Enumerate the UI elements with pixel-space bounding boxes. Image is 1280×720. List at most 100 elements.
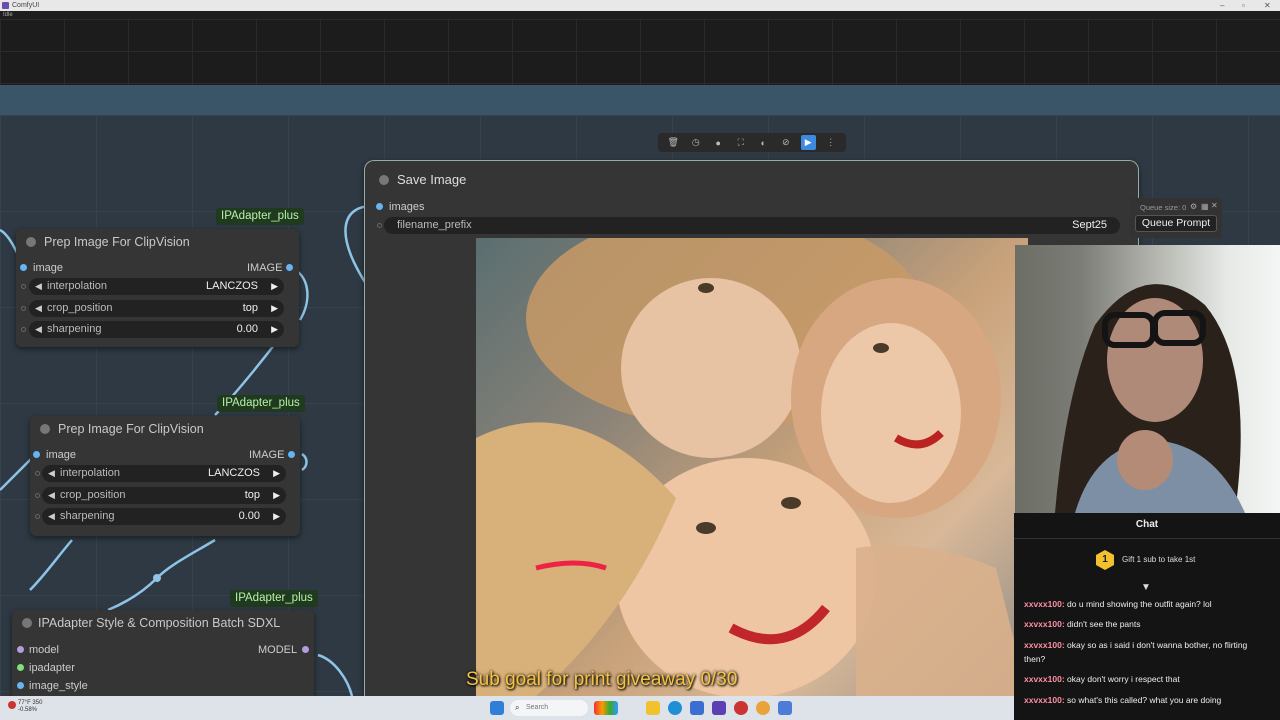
chat-title: Chat — [1135, 519, 1159, 530]
widget-input-dot[interactable] — [21, 284, 26, 289]
crop-position-widget[interactable]: ◀ crop_position top ▶ — [29, 300, 284, 317]
increment-arrow-icon[interactable]: ▶ — [271, 321, 278, 338]
decrement-arrow-icon[interactable]: ◀ — [35, 300, 42, 317]
output-port-image[interactable] — [286, 264, 293, 271]
interpolation-widget[interactable]: ◀ interpolation LANCZOS ▶ — [42, 465, 286, 482]
chat-message: xxvxx100: so what's this called? what yo… — [1024, 695, 1222, 705]
settings-gear-icon[interactable]: ⚙ — [1190, 202, 1197, 211]
crop-position-widget[interactable]: ◀ crop_position top ▶ — [42, 487, 286, 504]
filename-prefix-widget[interactable]: filename_prefix Sept25 — [384, 217, 1120, 234]
weather-icon — [8, 701, 16, 709]
node-badge: IPAdapter_plus — [216, 208, 304, 225]
chat-message: xxvxx100: didn't see the pants — [1024, 619, 1141, 629]
queue-prompt-button[interactable]: Queue Prompt — [1135, 215, 1217, 232]
top-grid-area — [0, 19, 1280, 85]
input-port-image[interactable] — [33, 451, 40, 458]
widget-input-dot[interactable] — [377, 223, 382, 228]
minimize-icon[interactable]: – — [1220, 0, 1224, 11]
node-badge: IPAdapter_plus — [217, 395, 305, 412]
input-label: images — [389, 201, 425, 213]
input-label: image — [33, 262, 63, 274]
input-port-image-style[interactable] — [17, 682, 24, 689]
bypass-icon[interactable]: ⊘ — [778, 135, 793, 150]
increment-arrow-icon[interactable]: ▶ — [273, 465, 280, 482]
palette-icon[interactable]: ◐ — [756, 135, 771, 150]
panel-toggle-icon[interactable]: ▦ — [1201, 202, 1209, 211]
input-label: model — [29, 644, 59, 656]
chat-panel: Chat 1 Gift 1 sub to take 1st ▼ xxvxx100… — [1014, 513, 1280, 720]
widgets-icon[interactable] — [594, 701, 618, 715]
input-label: image_style — [29, 680, 88, 692]
edge-browser-icon[interactable] — [668, 701, 682, 715]
chat-message: xxvxx100: do u mind showing the outfit a… — [1024, 599, 1212, 609]
taskbar-search-input[interactable]: ⌕ Search — [510, 700, 588, 716]
generated-image-preview[interactable] — [476, 238, 1028, 696]
decrement-arrow-icon[interactable]: ◀ — [48, 508, 55, 525]
gift-badge-icon[interactable]: 1 — [1096, 550, 1114, 570]
webcam-person — [1055, 284, 1245, 513]
decrement-arrow-icon[interactable]: ◀ — [35, 321, 42, 338]
output-label: IMAGE — [249, 449, 285, 461]
mail-icon[interactable] — [690, 701, 704, 715]
sharpening-widget[interactable]: ◀ sharpening 0.00 ▶ — [29, 321, 284, 338]
sharpening-widget[interactable]: ◀ sharpening 0.00 ▶ — [42, 508, 286, 525]
chat-filter-icon[interactable]: ▼ — [1141, 582, 1151, 593]
decrement-arrow-icon[interactable]: ◀ — [48, 487, 55, 504]
obs-icon[interactable] — [734, 701, 748, 715]
start-menu-icon[interactable] — [490, 701, 504, 715]
input-label: image — [46, 449, 76, 461]
widget-input-dot[interactable] — [21, 306, 26, 311]
comfyui-app-icon[interactable] — [712, 701, 726, 715]
gift-sub-text[interactable]: Gift 1 sub to take 1st — [1122, 555, 1195, 564]
chrome-icon[interactable] — [756, 701, 770, 715]
window-titlebar: ComfyUI – ▫ ✕ — [0, 0, 1280, 11]
node-title: Prep Image For ClipVision — [44, 235, 190, 249]
increment-arrow-icon[interactable]: ▶ — [273, 487, 280, 504]
file-explorer-icon[interactable] — [646, 701, 660, 715]
decrement-arrow-icon[interactable]: ◀ — [35, 278, 42, 295]
taskbar — [0, 696, 1014, 720]
widget-input-dot[interactable] — [35, 514, 40, 519]
widget-input-dot[interactable] — [35, 471, 40, 476]
output-port-image[interactable] — [288, 451, 295, 458]
increment-arrow-icon[interactable]: ▶ — [271, 278, 278, 295]
chat-divider — [1014, 538, 1280, 539]
portrait-illustration — [476, 238, 1028, 696]
selection-toolbar: 🗑 ◷ ● ⛶ ◐ ⊘ ▶ ⋮ — [658, 133, 846, 152]
node-title: IPAdapter Style & Composition Batch SDXL — [38, 616, 281, 630]
photos-icon[interactable] — [778, 701, 792, 715]
maximize-icon[interactable]: ▫ — [1242, 0, 1245, 11]
run-icon[interactable]: ▶ — [800, 135, 816, 150]
panel-close-icon[interactable]: ✕ — [1211, 201, 1218, 210]
decrement-arrow-icon[interactable]: ◀ — [48, 465, 55, 482]
chat-message: xxvxx100: okay so as i said i don't wann… — [1024, 640, 1248, 664]
input-port-images[interactable] — [376, 203, 383, 210]
widget-input-dot[interactable] — [21, 327, 26, 332]
window-title: ComfyUI — [12, 2, 40, 9]
status-label: Idle — [3, 12, 13, 18]
input-label: ipadapter — [29, 662, 75, 674]
more-icon[interactable]: ⋮ — [823, 135, 838, 150]
sub-goal-overlay: Sub goal for print giveaway 0/30 — [466, 669, 738, 690]
trash-icon[interactable]: 🗑 — [666, 135, 681, 150]
status-bar: Idle — [0, 11, 1280, 19]
app-icon — [2, 2, 9, 9]
group-band — [0, 85, 1280, 115]
queue-size-label: Queue size: 0 — [1140, 203, 1187, 212]
weather-widget[interactable]: 77°F 350 -0.58% — [8, 700, 56, 716]
color-dot-icon[interactable]: ● — [711, 135, 726, 150]
interpolation-widget[interactable]: ◀ interpolation LANCZOS ▶ — [29, 278, 284, 295]
increment-arrow-icon[interactable]: ▶ — [273, 508, 280, 525]
close-icon[interactable]: ✕ — [1264, 0, 1271, 11]
input-port-model[interactable] — [17, 646, 24, 653]
input-port-ipadapter[interactable] — [17, 664, 24, 671]
history-icon[interactable]: ◷ — [688, 135, 703, 150]
widget-input-dot[interactable] — [35, 493, 40, 498]
input-port-image[interactable] — [20, 264, 27, 271]
chat-message: xxvxx100: okay don't worry i respect tha… — [1024, 674, 1180, 684]
node-title: Save Image — [397, 172, 467, 187]
output-port-model[interactable] — [302, 646, 309, 653]
node-badge: IPAdapter_plus — [230, 590, 318, 607]
fit-view-icon[interactable]: ⛶ — [733, 135, 748, 150]
increment-arrow-icon[interactable]: ▶ — [271, 300, 278, 317]
